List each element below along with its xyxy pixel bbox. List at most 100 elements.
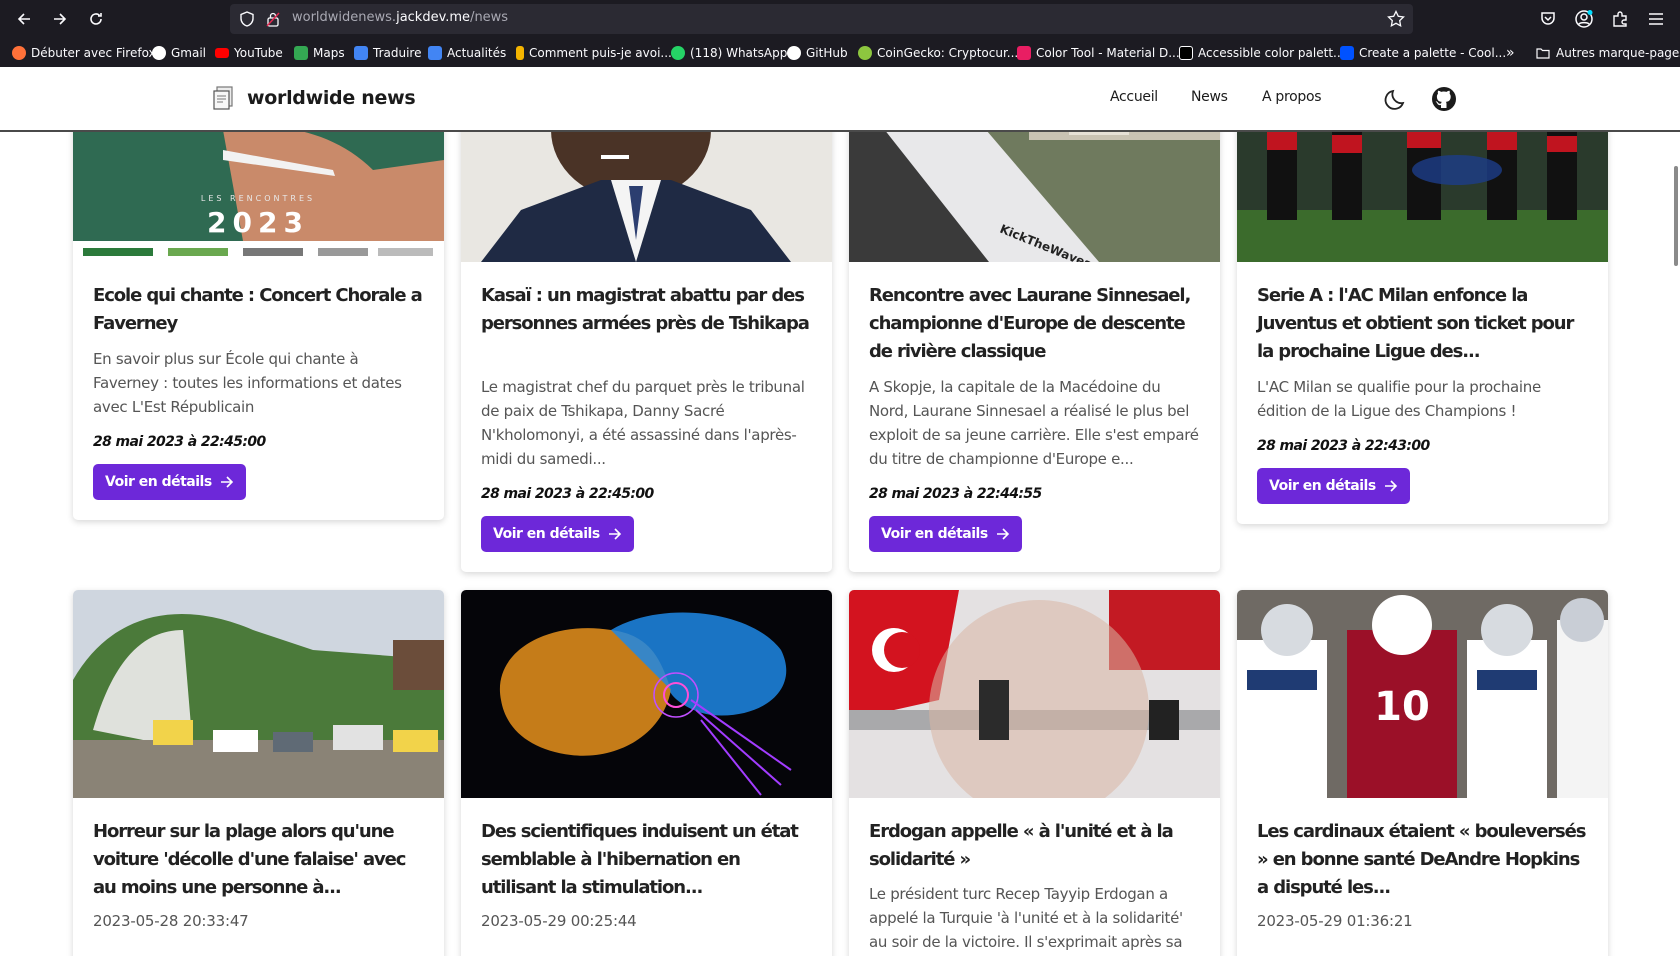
card-title[interactable]: Des scientifiques induisent un état semb… [481, 818, 816, 902]
card-title[interactable]: Horreur sur la plage alors qu'une voitur… [93, 818, 428, 902]
news-card: KickTheWaves Rencontre avec Laurane Sinn… [849, 100, 1220, 572]
bookmark-item[interactable]: Traduire [354, 43, 421, 63]
card-title[interactable]: Ecole qui chante : Concert Chorale a Fav… [93, 282, 428, 338]
card-title[interactable]: Kasaï : un magistrat abattu par des pers… [481, 282, 816, 338]
pocket-icon[interactable] [1536, 7, 1560, 31]
news-card: Horreur sur la plage alors qu'une voitur… [73, 590, 444, 956]
card-description: Le président turc Recep Tayyip Erdogan a… [869, 885, 1183, 951]
card-description: En savoir plus sur École qui chante à Fa… [93, 350, 402, 416]
svg-text:10: 10 [1374, 684, 1430, 730]
news-icon [428, 46, 442, 60]
google-icon [152, 46, 166, 60]
news-card: LES RENCONTRES 2023 Ecole qui chante : C… [73, 100, 444, 520]
arrow-right-icon [1384, 480, 1397, 492]
coingecko-icon [858, 46, 872, 60]
bookmark-item[interactable]: Comment puis-je avoi... [516, 43, 672, 63]
card-title[interactable]: Serie A : l'AC Milan enfonce la Juventus… [1257, 282, 1592, 366]
url-text: worldwidenews.jackdev.me/news [292, 10, 509, 25]
bookmark-item[interactable]: YouTube [215, 43, 283, 63]
details-button-label: Voir en détails [1269, 478, 1376, 494]
card-image [461, 590, 832, 798]
details-button-label: Voir en détails [105, 474, 212, 490]
arrow-right-icon [996, 528, 1009, 540]
nav-accueil[interactable]: Accueil [1110, 89, 1158, 105]
card-date: 28 mai 2023 à 22:43:00 [1257, 438, 1430, 454]
card-timestamp: 2023-05-29 00:25:44 [481, 912, 637, 930]
github-icon [787, 46, 801, 60]
card-image: 10 [1237, 590, 1608, 798]
bookmark-item[interactable]: Actualités [428, 43, 506, 63]
moon-icon[interactable] [1384, 86, 1410, 112]
news-card: Des scientifiques induisent un état semb… [461, 590, 832, 956]
news-card: Serie A : l'AC Milan enfonce la Juventus… [1237, 100, 1608, 524]
bookmark-item[interactable]: GitHub [787, 43, 848, 63]
bookmark-item[interactable]: CoinGecko: Cryptocur... [858, 43, 1018, 63]
details-button[interactable]: Voir en détails [869, 516, 1022, 552]
card-title[interactable]: Erdogan appelle « à l'unité et à la soli… [869, 818, 1204, 874]
arrow-right-icon [608, 528, 621, 540]
extensions-icon[interactable] [1608, 7, 1632, 31]
details-button-label: Voir en détails [493, 526, 600, 542]
more-bookmarks-button[interactable]: » [1506, 43, 1515, 63]
details-button[interactable]: Voir en détails [93, 464, 246, 500]
menu-icon[interactable] [1644, 7, 1668, 31]
news-card: Erdogan appelle « à l'unité et à la soli… [849, 590, 1220, 956]
shield-icon[interactable] [240, 11, 254, 27]
card-timestamp: 2023-05-29 01:36:21 [1257, 912, 1413, 930]
card-date: 28 mai 2023 à 22:44:55 [869, 486, 1042, 502]
bookmark-item[interactable]: Débuter avec Firefox [12, 43, 156, 63]
coolors-icon [1340, 46, 1354, 60]
svg-text:2023: 2023 [207, 206, 309, 239]
bookmark-item[interactable]: Accessible color palett... [1179, 43, 1344, 63]
arrow-right-icon [54, 13, 67, 25]
address-bar[interactable]: worldwidenews.jackdev.me/news [230, 4, 1413, 34]
card-title[interactable]: Les cardinaux étaient « bouleversés » en… [1257, 818, 1592, 902]
bookmark-item[interactable]: Maps [294, 43, 345, 63]
card-title[interactable]: Rencontre avec Laurane Sinnesael, champi… [869, 282, 1204, 366]
site-header: worldwide news Accueil News A propos [0, 67, 1680, 132]
bookmark-item[interactable]: Color Tool - Material D... [1017, 43, 1180, 63]
card-timestamp: 2023-05-28 20:33:47 [93, 912, 249, 930]
details-button-label: Voir en détails [881, 526, 988, 542]
card-date: 28 mai 2023 à 22:45:00 [481, 486, 654, 502]
bookmark-item[interactable]: (118) WhatsApp [671, 43, 787, 63]
card-image [849, 590, 1220, 798]
reload-button[interactable] [82, 6, 110, 32]
card-description: A Skopje, la capitale de la Macédoine du… [869, 378, 1199, 468]
bookmark-item[interactable]: Create a palette - Cool... [1340, 43, 1506, 63]
site-logo-text[interactable]: worldwide news [247, 87, 416, 109]
svg-text:LES RENCONTRES: LES RENCONTRES [201, 194, 315, 203]
arrow-left-icon [17, 13, 30, 25]
bookmark-star-icon[interactable] [1387, 10, 1405, 28]
nav-a-propos[interactable]: A propos [1262, 89, 1322, 105]
page-scrollbar[interactable] [1674, 166, 1678, 266]
bookmark-item[interactable]: Gmail [152, 43, 206, 63]
browser-toolbar: worldwidenews.jackdev.me/news Débuter av… [0, 0, 1680, 67]
material-icon [1017, 46, 1031, 60]
firefox-icon [12, 46, 26, 60]
reload-icon [90, 13, 102, 25]
account-icon[interactable] [1572, 7, 1596, 31]
newspaper-logo-icon[interactable] [213, 86, 235, 110]
details-button[interactable]: Voir en détails [1257, 468, 1410, 504]
other-bookmarks-folder[interactable]: Autres marque-pages [1536, 43, 1680, 63]
github-icon[interactable] [1431, 86, 1457, 112]
arrow-right-icon [220, 476, 233, 488]
folder-icon [1536, 48, 1550, 59]
youtube-icon [215, 48, 229, 58]
card-description: L'AC Milan se qualifie pour la prochaine… [1257, 378, 1541, 420]
news-card: 10 Les cardinaux étaient « bouleversés »… [1237, 590, 1608, 956]
back-button[interactable] [10, 6, 38, 32]
bookmarks-bar: Débuter avec Firefox Gmail YouTube Maps … [0, 41, 1680, 65]
details-button[interactable]: Voir en détails [481, 516, 634, 552]
translate-icon [354, 46, 368, 60]
card-image [73, 590, 444, 798]
whatsapp-icon [671, 46, 685, 60]
cross-icon [516, 46, 524, 60]
card-date: 28 mai 2023 à 22:45:00 [93, 434, 266, 450]
news-card: Kasaï : un magistrat abattu par des pers… [461, 100, 832, 572]
lock-icon[interactable] [266, 11, 280, 27]
forward-button[interactable] [46, 6, 74, 32]
card-description: Le magistrat chef du parquet près le tri… [481, 378, 805, 468]
nav-news[interactable]: News [1191, 89, 1228, 105]
